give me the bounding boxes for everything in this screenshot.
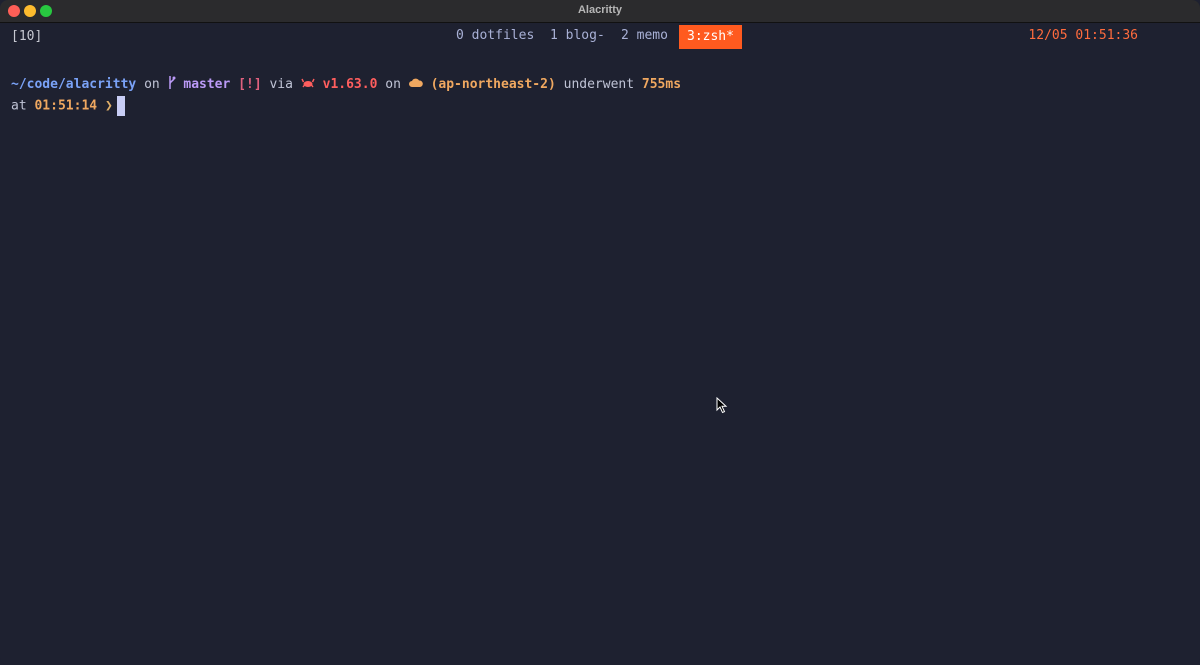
git-branch: master (183, 77, 231, 92)
mouse-pointer-icon (716, 396, 728, 418)
title-bar[interactable]: Alacritty (0, 0, 1200, 23)
command-duration: 755ms (641, 77, 682, 92)
tmux-window-0[interactable]: 0 dotfiles (456, 28, 534, 43)
window-title: Alacritty (577, 4, 623, 16)
via-text: via (269, 77, 293, 92)
tmux-window-active[interactable]: 3:zsh* (679, 25, 742, 49)
terminal-window: Alacritty [10] 0 dotfiles 1 blog- 2 memo… (0, 0, 1200, 665)
on-text-2: on (385, 77, 401, 92)
terminal-area[interactable]: [10] 0 dotfiles 1 blog- 2 memo 3:zsh* 12… (0, 23, 1200, 665)
tmux-window-2[interactable]: 2 memo (621, 28, 668, 43)
prompt-line-2[interactable]: at 01:51:14 ❯ (11, 96, 125, 116)
rust-version: v1.63.0 (322, 77, 378, 92)
underwent-text: underwent (563, 77, 635, 92)
crab-icon (301, 77, 315, 93)
prompt-symbol: ❯ (104, 98, 113, 114)
tmux-session: [10] (11, 29, 43, 44)
prompt-line-1: ~/code/alacritty on master [!] via v1.63… (11, 75, 681, 94)
git-status: [!] (238, 77, 262, 92)
aws-region: (ap-northeast-2) (430, 77, 556, 92)
on-text: on (144, 77, 160, 92)
tmux-window-1[interactable]: 1 blog- (550, 28, 605, 43)
at-text: at (11, 98, 27, 114)
cloud-icon (408, 77, 423, 92)
prompt-time: 01:51:14 (34, 98, 98, 114)
tmux-clock: 12/05 01:51:36 (1028, 28, 1138, 43)
text-cursor (116, 96, 125, 116)
current-path: ~/code/alacritty (11, 77, 137, 92)
git-branch-icon (168, 75, 176, 94)
